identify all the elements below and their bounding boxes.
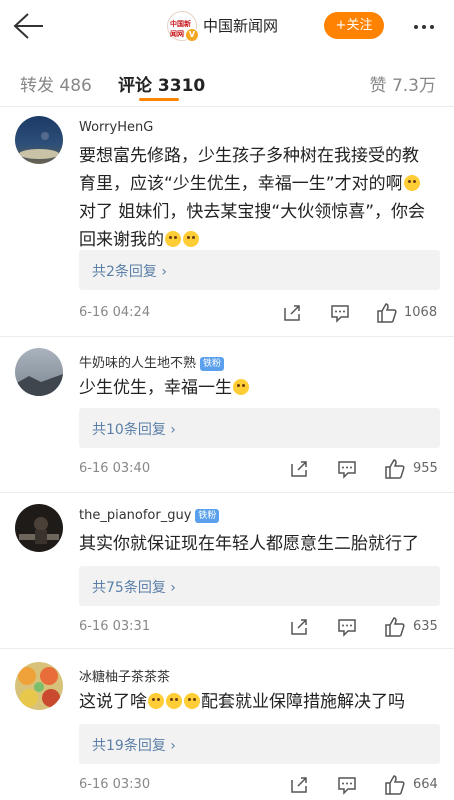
thumbs-up-icon[interactable] — [384, 774, 406, 796]
emoji-icon — [233, 379, 249, 395]
follow-button[interactable]: +关注 — [324, 12, 384, 39]
replies-label: 共2条回复 › — [92, 264, 167, 280]
timestamp: 6-16 04:24 — [79, 305, 151, 320]
avatar[interactable] — [15, 116, 63, 164]
fan-badge: 铁粉 — [200, 357, 225, 371]
share-icon[interactable] — [288, 458, 310, 480]
account-name[interactable]: 中国新闻网 — [203, 15, 278, 36]
verified-badge: V — [185, 28, 199, 42]
comment-line: 这说了啥 — [79, 692, 147, 712]
timestamp: 6-16 03:40 — [79, 461, 151, 476]
like-count: 1068 — [404, 305, 438, 320]
replies-label: 共19条回复 › — [92, 738, 176, 754]
emoji-icon — [183, 231, 199, 247]
emoji-icon — [166, 693, 182, 709]
comment-line: 对了 姐妹们，快去某宝搜“大伙领惊喜”，你会 — [79, 202, 426, 222]
comment-actions: 6-16 04:24 1068 — [0, 302, 454, 326]
like-count: 955 — [413, 461, 438, 476]
share-icon[interactable] — [288, 774, 310, 796]
replies-link[interactable]: 共75条回复 › — [79, 566, 440, 606]
comment-line: 其实你就保证现在年轻人都愿意生二胎就行了 — [79, 534, 419, 554]
active-tab-indicator — [139, 98, 179, 101]
divider — [0, 648, 454, 649]
comment-text: 这说了啥 配套就业保障措施解决了吗 — [79, 688, 441, 716]
emoji-icon — [165, 231, 181, 247]
ellipsis-icon[interactable] — [412, 14, 442, 38]
share-icon[interactable] — [288, 616, 310, 638]
arrow-left-icon[interactable] — [10, 10, 46, 42]
emoji-icon — [403, 175, 420, 191]
username[interactable]: 牛奶味的人生地不熟 — [79, 356, 196, 371]
tab-repost[interactable]: 转发 486 — [20, 71, 92, 96]
timestamp: 6-16 03:30 — [79, 777, 151, 792]
avatar[interactable] — [15, 504, 63, 552]
username[interactable]: 冰糖柚子茶茶茶 — [79, 666, 170, 685]
replies-link[interactable]: 共2条回复 › — [79, 250, 440, 290]
account-avatar[interactable]: 中国新闻网 V — [167, 11, 199, 42]
tab-comments[interactable]: 评论 3310 — [118, 71, 205, 96]
comment-text: 其实你就保证现在年轻人都愿意生二胎就行了 — [79, 530, 441, 558]
tab-likes[interactable]: 赞 7.3万 — [370, 71, 436, 96]
username[interactable]: the_pianofor_guy — [79, 508, 191, 523]
replies-link[interactable]: 共19条回复 › — [79, 724, 440, 764]
comment-icon[interactable] — [336, 458, 358, 480]
comment-item: the_pianofor_guy 铁粉 其实你就保证现在年轻人都愿意生二胎就行了 … — [0, 504, 454, 644]
emoji-icon — [148, 693, 164, 709]
timestamp: 6-16 03:31 — [79, 619, 151, 634]
like-count: 664 — [413, 777, 438, 792]
fan-badge: 铁粉 — [195, 509, 220, 523]
comment-actions: 6-16 03:30 664 — [0, 774, 454, 798]
comment-line: 回来谢我的 — [79, 230, 164, 250]
comment-text: 少生优生，幸福一生 — [79, 374, 441, 402]
divider — [0, 336, 454, 337]
thumbs-up-icon[interactable] — [376, 302, 398, 324]
replies-label: 共75条回复 › — [92, 580, 176, 596]
replies-label: 共10条回复 › — [92, 422, 176, 438]
comment-actions: 6-16 03:31 635 — [0, 616, 454, 640]
comment-item: 冰糖柚子茶茶茶 这说了啥 配套就业保障措施解决了吗 共19条回复 › 6-16 0… — [0, 662, 454, 800]
avatar[interactable] — [15, 662, 63, 710]
comment-icon[interactable] — [336, 616, 358, 638]
comment-item: 牛奶味的人生地不熟 铁粉 少生优生，幸福一生 共10条回复 › 6-16 03:4… — [0, 348, 454, 488]
thumbs-up-icon[interactable] — [384, 458, 406, 480]
like-count: 635 — [413, 619, 438, 634]
comment-icon[interactable] — [336, 774, 358, 796]
tab-bar: 转发 486 评论 3310 赞 7.3万 — [0, 54, 454, 107]
comment-text: 要想富先修路，少生孩子多种树在我接受的教 育里，应该“少生优生，幸福一生”才对的… — [79, 142, 441, 254]
comment-icon[interactable] — [329, 302, 351, 324]
top-bar: 中国新闻网 V 中国新闻网 +关注 — [0, 0, 454, 54]
comment-line: 配套就业保障措施解决了吗 — [201, 692, 405, 712]
share-icon[interactable] — [281, 302, 303, 324]
username-row: the_pianofor_guy 铁粉 — [79, 508, 220, 523]
comment-line: 要想富先修路，少生孩子多种树在我接受的教 — [79, 146, 419, 166]
replies-link[interactable]: 共10条回复 › — [79, 408, 440, 448]
avatar[interactable] — [15, 348, 63, 396]
divider — [0, 492, 454, 493]
username[interactable]: WorryHenG — [79, 120, 153, 135]
emoji-icon — [184, 693, 200, 709]
comment-actions: 6-16 03:40 955 — [0, 458, 454, 482]
thumbs-up-icon[interactable] — [384, 616, 406, 638]
comment-item: WorryHenG 要想富先修路，少生孩子多种树在我接受的教 育里，应该“少生优… — [0, 116, 454, 334]
comment-line: 少生优生，幸福一生 — [79, 378, 232, 398]
username-row: 牛奶味的人生地不熟 铁粉 — [79, 352, 225, 371]
comment-line: 育里，应该“少生优生，幸福一生”才对的啊 — [79, 174, 403, 194]
